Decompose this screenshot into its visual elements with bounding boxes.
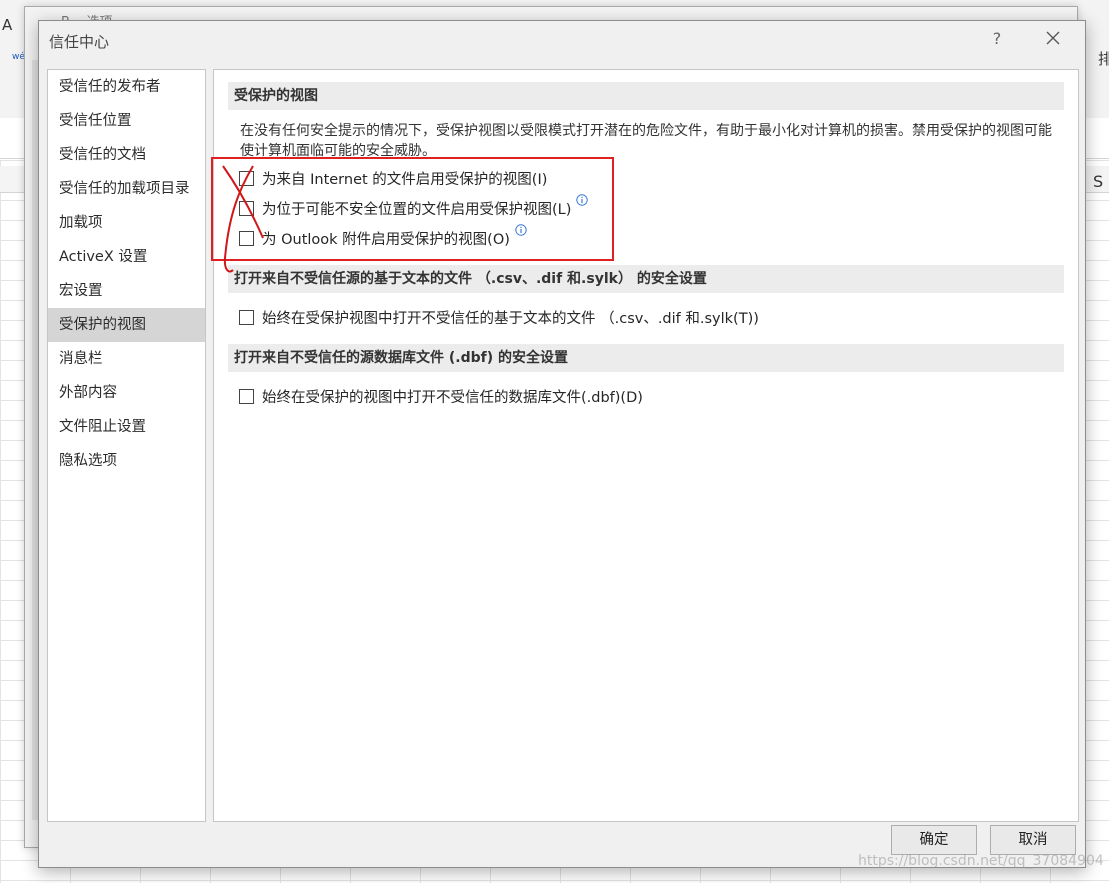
option-text-files[interactable]: 始终在受保护视图中打开不受信任的基于文本的文件 （.csv、.dif 和.syl… [239, 306, 759, 328]
nav-item-addins[interactable]: 加载项 [48, 206, 205, 240]
nav-item-protected-view[interactable]: 受保护的视图 [48, 308, 205, 342]
nav-item-trusted-documents[interactable]: 受信任的文档 [48, 138, 205, 172]
nav-item-external-content[interactable]: 外部内容 [48, 376, 205, 410]
nav-item-trusted-publishers[interactable]: 受信任的发布者 [48, 70, 205, 104]
nav-item-activex-settings[interactable]: ActiveX 设置 [48, 240, 205, 274]
cancel-button[interactable]: 取消 [990, 825, 1076, 855]
arrange-button[interactable]: 排 [1098, 48, 1109, 69]
protected-view-description: 在没有任何安全提示的情况下，受保护视图以受限模式打开潜在的危险文件，有助于最小化… [240, 123, 1052, 159]
close-icon [1046, 31, 1060, 45]
red-cross-mark [222, 165, 264, 273]
dialog-title: 信任中心 [49, 33, 110, 51]
nav-item-trusted-locations[interactable]: 受信任位置 [48, 104, 205, 138]
option-label: 始终在受保护的视图中打开不受信任的数据库文件(.dbf)(D) [262, 389, 643, 406]
nav-item-file-block-settings[interactable]: 文件阻止设置 [48, 410, 205, 444]
help-button[interactable]: ? [989, 27, 1005, 51]
section-header-protected-view: 受保护的视图 [228, 82, 1064, 110]
option-database-files[interactable]: 始终在受保护的视图中打开不受信任的数据库文件(.dbf)(D) [239, 385, 643, 407]
close-button[interactable] [1039, 27, 1067, 51]
nav-item-macro-settings[interactable]: 宏设置 [48, 274, 205, 308]
trust-center-dialog: 信任中心 ? 受信任的发布者 受信任位置 受信任的文档 受信任的加载项目录 加载… [38, 20, 1086, 868]
column-letter: S [1093, 172, 1104, 191]
section-header-text-files: 打开来自不受信任源的基于文本的文件 （.csv、.dif 和.sylk） 的安全… [228, 265, 1064, 293]
database-files-checkbox[interactable] [239, 388, 254, 404]
section-header-database-files: 打开来自不受信任的源数据库文件 (.dbf) 的安全设置 [228, 344, 1064, 372]
font-size-button[interactable]: A [2, 16, 12, 34]
text-files-checkbox[interactable] [239, 309, 254, 325]
category-nav: 受信任的发布者 受信任位置 受信任的文档 受信任的加载项目录 加载项 Activ… [47, 69, 206, 822]
nav-item-privacy-options[interactable]: 隐私选项 [48, 444, 205, 478]
ok-button[interactable]: 确定 [891, 825, 977, 855]
nav-item-trusted-addin-catalogs[interactable]: 受信任的加载项目录 [48, 172, 205, 206]
option-label: 始终在受保护视图中打开不受信任的基于文本的文件 （.csv、.dif 和.syl… [262, 310, 759, 327]
watermark: https://blog.csdn.net/qq_37084904 [858, 853, 1104, 869]
nav-item-message-bar[interactable]: 消息栏 [48, 342, 205, 376]
